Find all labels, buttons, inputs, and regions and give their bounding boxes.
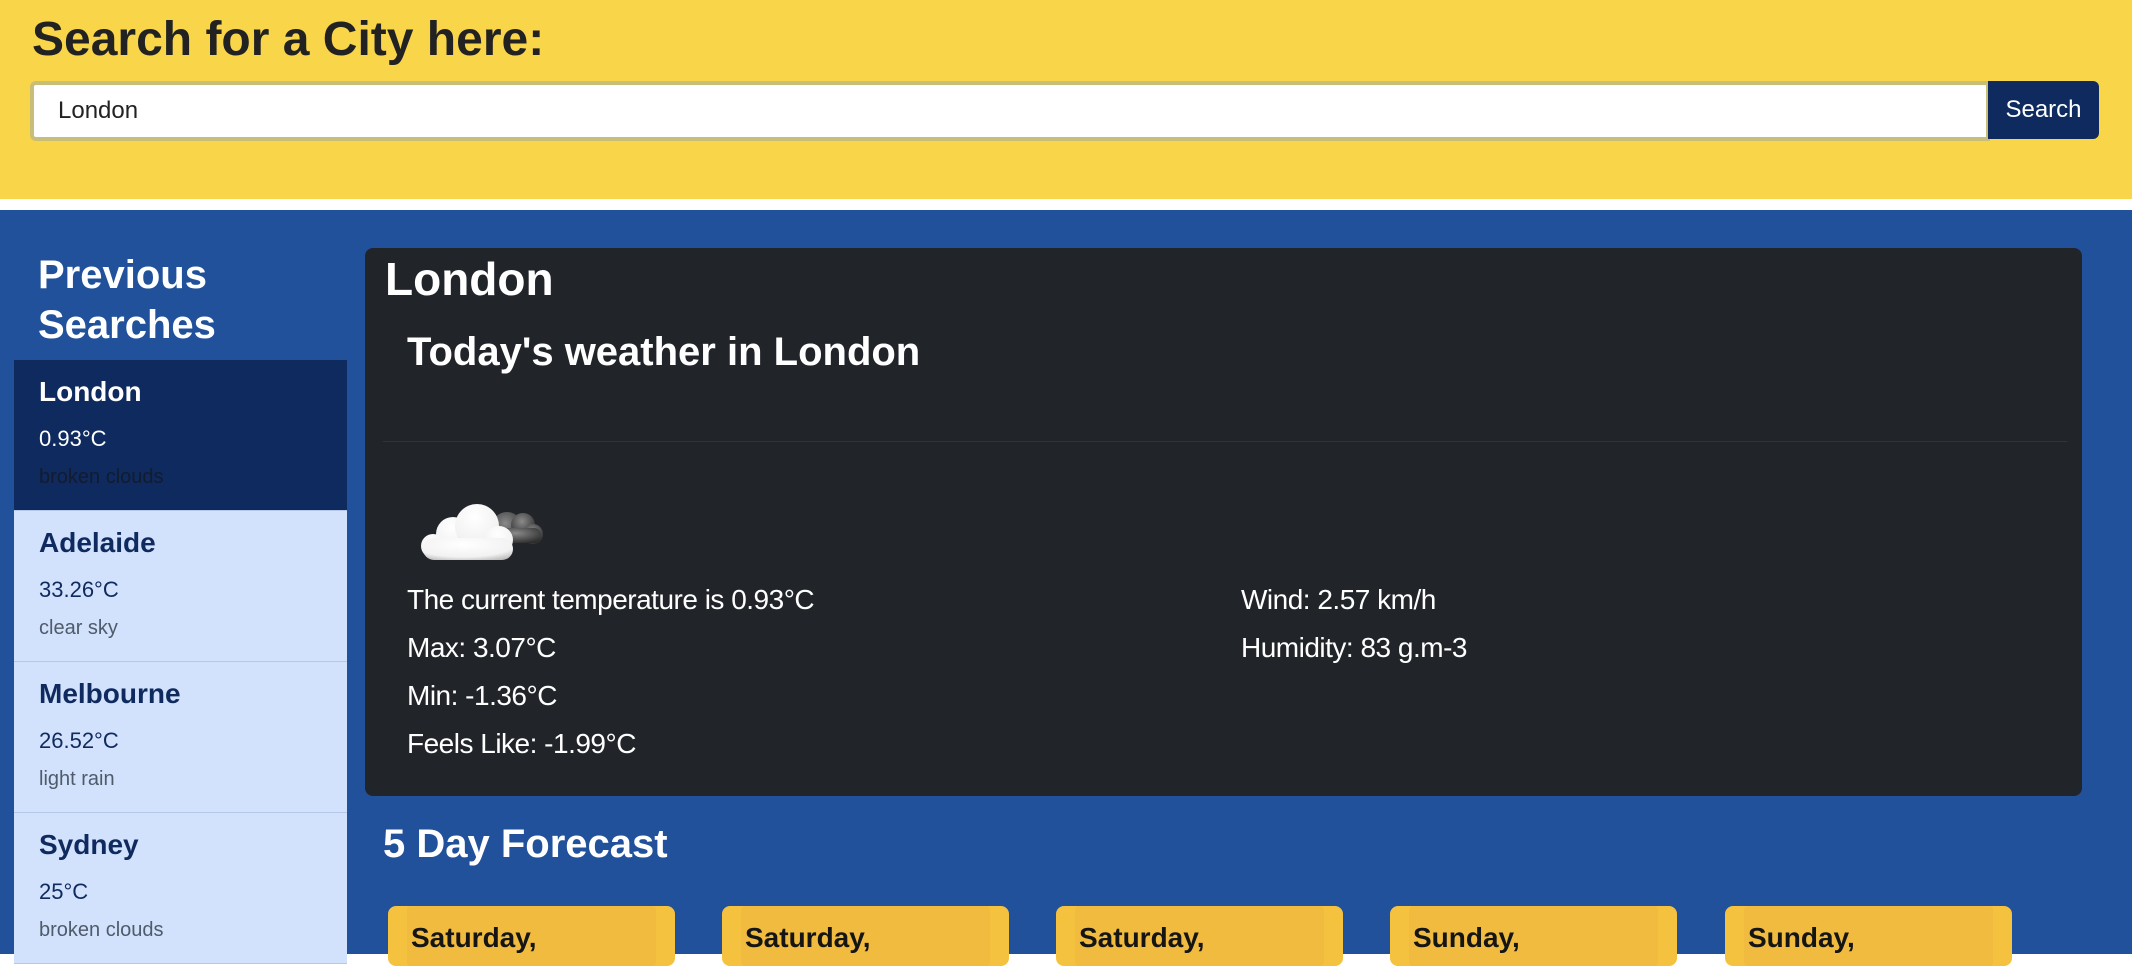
forecast-title: 5 Day Forecast (383, 822, 668, 866)
humidity: Humidity: 83 g.m-3 (1241, 632, 1467, 663)
previous-search-city: London (39, 376, 142, 407)
current-city-title: London (385, 253, 554, 305)
previous-searches-title: Previous Searches (38, 250, 216, 350)
forecast-day-label: Saturday, (411, 922, 537, 953)
previous-search-city: Melbourne (39, 678, 181, 709)
previous-search-temp: 0.93°C (39, 426, 107, 451)
forecast-day-card: Saturday, (388, 906, 675, 966)
previous-searches-list: London 0.93°C broken clouds Adelaide 33.… (14, 360, 347, 964)
previous-search-item-melbourne[interactable]: Melbourne 26.52°C light rain (14, 662, 347, 813)
search-heading: Search for a City here: (32, 13, 545, 66)
previous-search-description: broken clouds (39, 466, 164, 488)
search-button[interactable]: Search (1988, 81, 2099, 139)
previous-search-description: broken clouds (39, 919, 164, 941)
previous-search-item-london[interactable]: London 0.93°C broken clouds (14, 360, 347, 511)
title-line-1: Previous (38, 253, 207, 297)
search-header: Search for a City here: Search (0, 0, 2132, 199)
title-line-2: Searches (38, 303, 216, 347)
forecast-day-label: Sunday, (1413, 922, 1520, 953)
forecast-day-label: Saturday, (1079, 922, 1205, 953)
min-temperature: Min: -1.36°C (407, 680, 557, 711)
previous-search-description: clear sky (39, 617, 118, 639)
city-search-input[interactable] (30, 81, 1990, 141)
previous-search-temp: 33.26°C (39, 577, 119, 602)
max-temperature: Max: 3.07°C (407, 632, 556, 663)
main-area: Previous Searches London 0.93°C broken c… (0, 210, 2132, 966)
previous-search-city: Adelaide (39, 527, 156, 558)
forecast-day-card: Sunday, (1390, 906, 1677, 966)
previous-search-city: Sydney (39, 829, 139, 860)
wind-speed: Wind: 2.57 km/h (1241, 584, 1436, 615)
previous-search-temp: 25°C (39, 879, 89, 904)
forecast-day-card: Saturday, (1056, 906, 1343, 966)
broken-clouds-icon (419, 488, 549, 571)
previous-search-item-sydney[interactable]: Sydney 25°C broken clouds (14, 813, 347, 964)
current-temperature: The current temperature is 0.93°C (407, 584, 815, 615)
feels-like-temperature: Feels Like: -1.99°C (407, 728, 636, 759)
card-divider (383, 441, 2067, 442)
forecast-day-card: Sunday, (1725, 906, 2012, 966)
forecast-day-card: Saturday, (722, 906, 1009, 966)
forecast-day-label: Sunday, (1748, 922, 1855, 953)
current-weather-card: London Today's weather in London The cur… (365, 248, 2082, 796)
current-weather-subtitle: Today's weather in London (407, 330, 921, 374)
previous-search-temp: 26.52°C (39, 728, 119, 753)
previous-search-description: light rain (39, 768, 115, 790)
forecast-day-label: Saturday, (745, 922, 871, 953)
previous-search-item-adelaide[interactable]: Adelaide 33.26°C clear sky (14, 511, 347, 662)
